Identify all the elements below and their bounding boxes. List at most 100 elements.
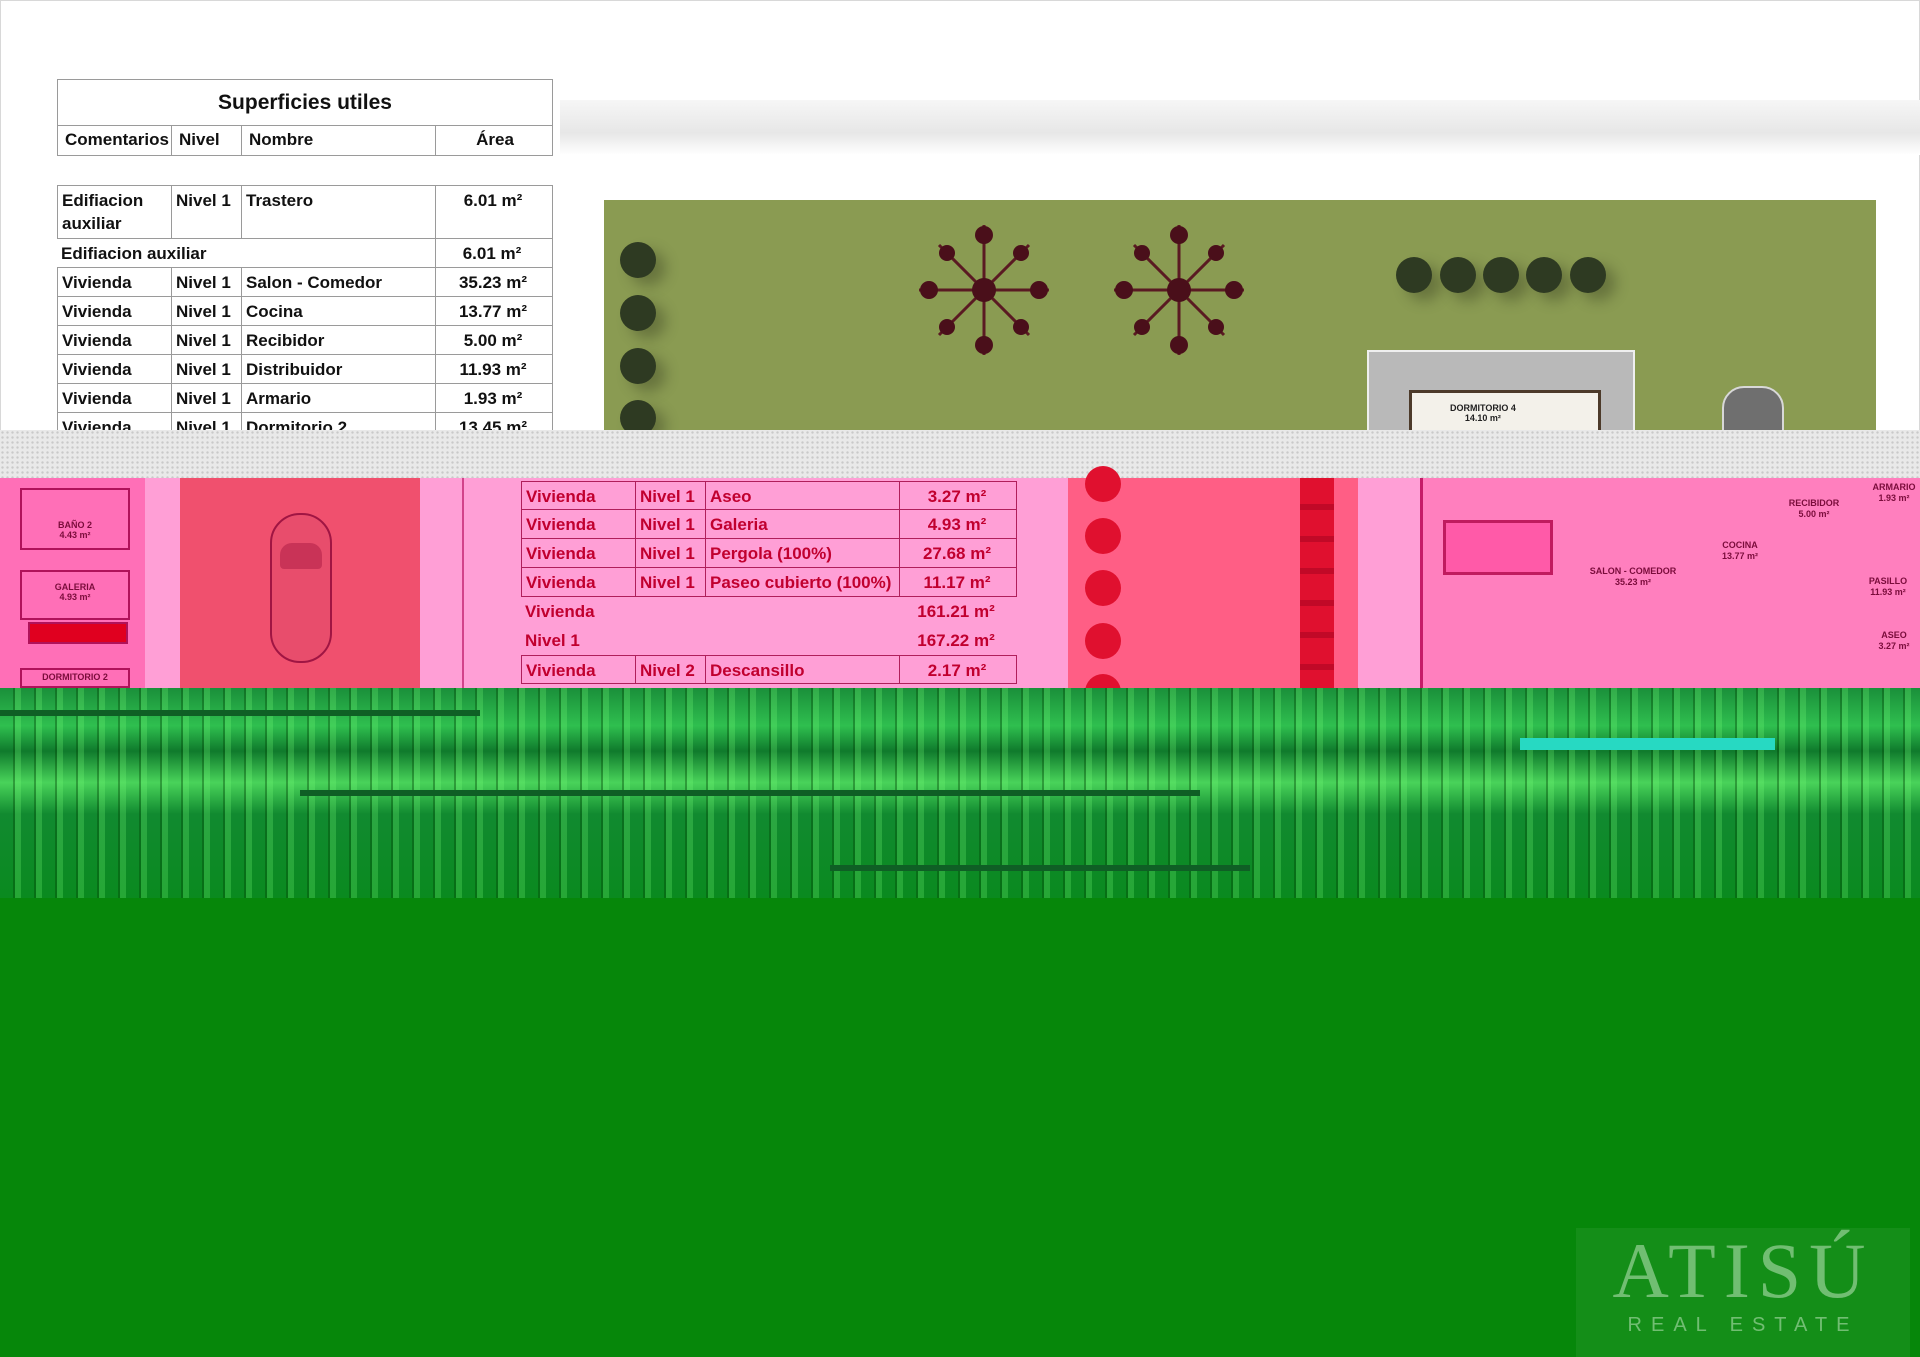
room-area: 35.23 m² <box>1614 577 1652 587</box>
room-name: GALERIA <box>54 582 96 592</box>
aseo-label: ASEO 3.27 m² <box>1867 630 1920 652</box>
room-area: 1.93 m² <box>1878 493 1910 503</box>
table-subtotal-row: Edifiacion auxiliar 6.01 m² <box>57 239 553 268</box>
house-ground-floor: SALON - COMEDOR 35.23 m² COCINA 13.77 m²… <box>1420 478 1920 688</box>
cell-comentario: Vivienda <box>522 510 636 538</box>
cell-comentario: Vivienda <box>522 482 636 509</box>
cell-area: 5.00 m² <box>463 331 523 350</box>
site-plan-lawn: DORMITORIO 4 14.10 m² <box>604 200 1876 436</box>
cell-subtotal-label: Nivel 1 <box>525 631 580 650</box>
recibidor-label: RECIBIDOR 5.00 m² <box>1779 498 1849 520</box>
cell-area: 6.01 m² <box>463 191 523 210</box>
cell-area: 3.27 m² <box>927 487 987 506</box>
leafy-tree-icon <box>919 225 1049 355</box>
cocina-label: COCINA 13.77 m² <box>1705 540 1775 562</box>
glitch-artifact <box>830 865 1250 871</box>
room-area: 13.77 m² <box>1721 551 1759 561</box>
cell-nombre: Armario <box>242 384 436 412</box>
cell-subtotal-label: Edifiacion auxiliar <box>61 244 207 263</box>
cell-comentario: Vivienda <box>58 268 172 296</box>
areas-table-header: Superficies utiles Comentarios Nivel Nom… <box>57 79 553 156</box>
room-area: 5.00 m² <box>1798 509 1830 519</box>
cell-nombre: Pergola (100%) <box>706 539 900 567</box>
west-rooms: BAÑO 2 4.43 m² GALERIA 4.93 m² DORMITORI… <box>0 478 145 688</box>
column-header-area: Área <box>476 130 514 149</box>
cell-nivel: Nivel 1 <box>172 384 242 412</box>
cell-area: 167.22 m² <box>917 631 995 650</box>
cell-nivel: Nivel 1 <box>636 510 706 538</box>
column-header-nombre: Nombre <box>242 126 436 155</box>
cell-area: 6.01 m² <box>435 239 553 267</box>
round-tree-icon <box>1085 518 1121 554</box>
table-row: Vivienda Nivel 1 Distribuidor 11.93 m² <box>57 355 553 384</box>
logo-tagline: REAL ESTATE <box>1627 1314 1859 1336</box>
table-title: Superficies utiles <box>57 79 553 126</box>
armario-label: ARMARIO 1.93 m² <box>1869 482 1919 504</box>
cell-nombre: Salon - Comedor <box>242 268 436 296</box>
table-row: Vivienda Nivel 1 Recibidor 5.00 m² <box>57 326 553 355</box>
cell-nivel: Nivel 1 <box>636 568 706 596</box>
table-row: Vivienda Nivel 1 Salon - Comedor 35.23 m… <box>57 268 553 297</box>
table-row: Vivienda Nivel 1 Pergola (100%) 27.68 m² <box>521 539 1017 568</box>
atisu-logo: ATISÚ REAL ESTATE <box>1576 1228 1910 1357</box>
cell-subtotal-label: Vivienda <box>525 602 595 621</box>
boundary-line <box>462 478 464 688</box>
salon-label: SALON - COMEDOR 35.23 m² <box>1573 566 1693 588</box>
room-name: DORMITORIO 2 <box>42 672 108 682</box>
cell-nombre: Galeria <box>706 510 900 538</box>
cell-comentario: Vivienda <box>522 656 636 683</box>
annex-building: DORMITORIO 4 14.10 m² <box>1367 350 1635 434</box>
cell-nivel: Nivel 1 <box>172 186 242 238</box>
table-subtotal-row: Vivienda 161.21 m² <box>521 597 1017 626</box>
room-name: RECIBIDOR <box>1788 498 1840 508</box>
glitch-artifact <box>300 790 1200 796</box>
column-header-comentarios: Comentarios <box>58 126 172 155</box>
cell-nivel: Nivel 1 <box>172 355 242 383</box>
table-row: Vivienda Nivel 2 Descansillo 2.17 m² <box>521 655 1017 684</box>
cell-nombre: Recibidor <box>242 326 436 354</box>
bedroom-4-label: DORMITORIO 4 14.10 m² <box>1450 403 1516 423</box>
cell-area: 11.93 m² <box>459 360 527 379</box>
galeria-counter <box>28 622 128 644</box>
cell-comentario: Vivienda <box>58 384 172 412</box>
car-icon <box>270 513 332 663</box>
room-name: BAÑO 2 <box>57 520 92 530</box>
round-tree-icon <box>1483 257 1519 293</box>
table-row: Edifiacion auxiliar Nivel 1 Trastero 6.0… <box>57 185 553 239</box>
round-tree-icon <box>1570 257 1606 293</box>
table-row: Vivienda Nivel 1 Cocina 13.77 m² <box>57 297 553 326</box>
table-subtotal-row: Nivel 1 167.22 m² <box>521 626 1017 655</box>
cell-comentario: Vivienda <box>58 355 172 383</box>
galeria-room: GALERIA 4.93 m² <box>20 570 130 620</box>
glitch-artifact <box>0 710 480 716</box>
table-column-headers: Comentarios Nivel Nombre Área <box>57 126 553 156</box>
cell-nivel: Nivel 1 <box>172 268 242 296</box>
room-area: 4.43 m² <box>59 530 91 540</box>
cell-nombre: Descansillo <box>706 656 900 683</box>
round-tree-icon <box>1526 257 1562 293</box>
sofa-icon <box>1443 520 1553 575</box>
table-row: Vivienda Nivel 1 Armario 1.93 m² <box>57 384 553 413</box>
cell-nivel: Nivel 1 <box>172 297 242 325</box>
column-header-nivel: Nivel <box>172 126 242 155</box>
hedge-row <box>1300 478 1334 688</box>
cell-nivel: Nivel 2 <box>636 656 706 683</box>
driveway <box>180 478 420 688</box>
cell-comentario: Vivienda <box>522 539 636 567</box>
round-tree-icon <box>1396 257 1432 293</box>
room-name: COCINA <box>1722 540 1758 550</box>
car-windshield <box>280 543 322 569</box>
cell-area: 13.77 m² <box>458 302 528 321</box>
bedroom-4-room: DORMITORIO 4 14.10 m² <box>1409 390 1601 434</box>
room-name: DORMITORIO 4 <box>1450 403 1516 413</box>
round-tree-icon <box>620 242 656 278</box>
room-name: SALON - COMEDOR <box>1589 566 1677 576</box>
round-tree-icon <box>620 348 656 384</box>
round-tree-icon <box>1085 623 1121 659</box>
tinted-plan-band: BAÑO 2 4.43 m² GALERIA 4.93 m² DORMITORI… <box>0 466 1920 710</box>
cell-nombre: Trastero <box>242 186 436 238</box>
areas-table-continued: Vivienda Nivel 1 Aseo 3.27 m² Vivienda N… <box>521 481 1017 684</box>
round-tree-icon <box>620 295 656 331</box>
cell-nombre: Cocina <box>242 297 436 325</box>
cell-area: 27.68 m² <box>922 544 992 563</box>
